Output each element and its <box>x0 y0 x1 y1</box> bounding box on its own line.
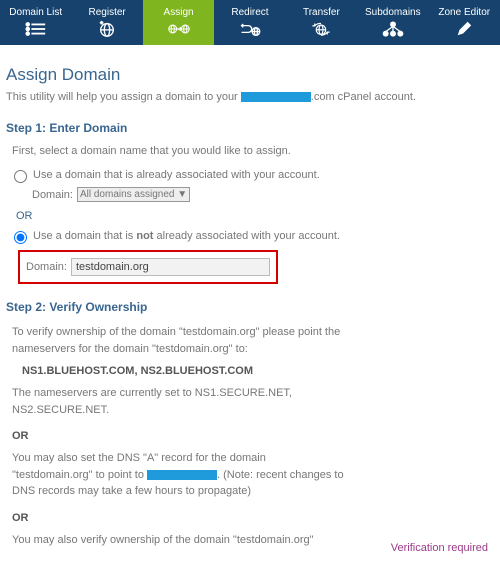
step2-p4: You may also verify ownership of the dom… <box>6 532 346 549</box>
nav-label: Redirect <box>231 7 268 18</box>
nav-label: Transfer <box>303 7 340 18</box>
domain-input-label: Domain: <box>26 261 67 273</box>
globe-plus-icon <box>96 20 118 38</box>
optb-before: Use a domain that is <box>33 230 136 242</box>
intro-before: This utility will help you assign a doma… <box>6 91 241 103</box>
option-new-label: Use a domain that is not already associa… <box>33 230 340 242</box>
redacted-account <box>241 92 311 102</box>
nav-register[interactable]: Register <box>71 0 142 45</box>
nav-label: Zone Editor <box>438 7 490 18</box>
nav-label: Assign <box>164 7 194 18</box>
domain-label: Domain: <box>32 189 73 201</box>
nameservers: NS1.BLUEHOST.COM, NS2.BLUEHOST.COM <box>6 365 488 377</box>
optb-after: already associated with your account. <box>153 230 340 242</box>
nav-redirect[interactable]: Redirect <box>214 0 285 45</box>
step2-heading: Step 2: Verify Ownership <box>6 300 488 314</box>
list-icon <box>25 20 47 38</box>
step1-heading: Step 1: Enter Domain <box>6 121 488 135</box>
step2-p2: The nameservers are currently set to NS1… <box>6 385 346 418</box>
top-navbar: Domain List Register Assign Redirect Tra… <box>0 0 500 45</box>
nav-transfer[interactable]: Transfer <box>286 0 357 45</box>
nav-zone-editor[interactable]: Zone Editor <box>429 0 500 45</box>
network-icon <box>382 20 404 38</box>
nav-label: Subdomains <box>365 7 421 18</box>
radio-new[interactable] <box>14 231 27 244</box>
radio-existing[interactable] <box>14 170 27 183</box>
optb-bold: not <box>136 230 153 242</box>
page-title: Assign Domain <box>6 65 488 85</box>
existing-domain-line: Domain: All domains assigned ▼ <box>6 187 488 202</box>
or-separator-2: OR <box>6 512 488 524</box>
redirect-icon <box>239 20 261 38</box>
nav-domain-list[interactable]: Domain List <box>0 0 71 45</box>
nav-label: Register <box>89 7 126 18</box>
globe-arrow-globe-icon <box>168 20 190 38</box>
redacted-ip <box>147 470 217 480</box>
domain-select[interactable]: All domains assigned ▼ <box>77 187 190 202</box>
domain-input-highlight: Domain: <box>18 250 278 284</box>
domain-input[interactable] <box>71 258 270 276</box>
intro-after: .com cPanel account. <box>311 91 416 103</box>
verification-required: Verification required <box>391 542 488 554</box>
nav-assign[interactable]: Assign <box>143 0 214 45</box>
or-separator-1: OR <box>6 430 488 442</box>
transfer-icon <box>310 20 332 38</box>
intro-text: This utility will help you assign a doma… <box>6 91 488 103</box>
nav-label: Domain List <box>9 7 62 18</box>
step2-p1: To verify ownership of the domain "testd… <box>6 324 346 357</box>
content-area: Assign Domain This utility will help you… <box>0 45 500 566</box>
nav-subdomains[interactable]: Subdomains <box>357 0 428 45</box>
option-new-domain[interactable]: Use a domain that is not already associa… <box>6 230 488 244</box>
or-separator-small: OR <box>6 210 488 222</box>
step2-p3: You may also set the DNS "A" record for … <box>6 450 346 500</box>
option-existing-label: Use a domain that is already associated … <box>33 169 320 181</box>
option-existing-domain[interactable]: Use a domain that is already associated … <box>6 169 488 183</box>
step1-sub: First, select a domain name that you wou… <box>6 145 488 157</box>
pencil-icon <box>453 20 475 38</box>
